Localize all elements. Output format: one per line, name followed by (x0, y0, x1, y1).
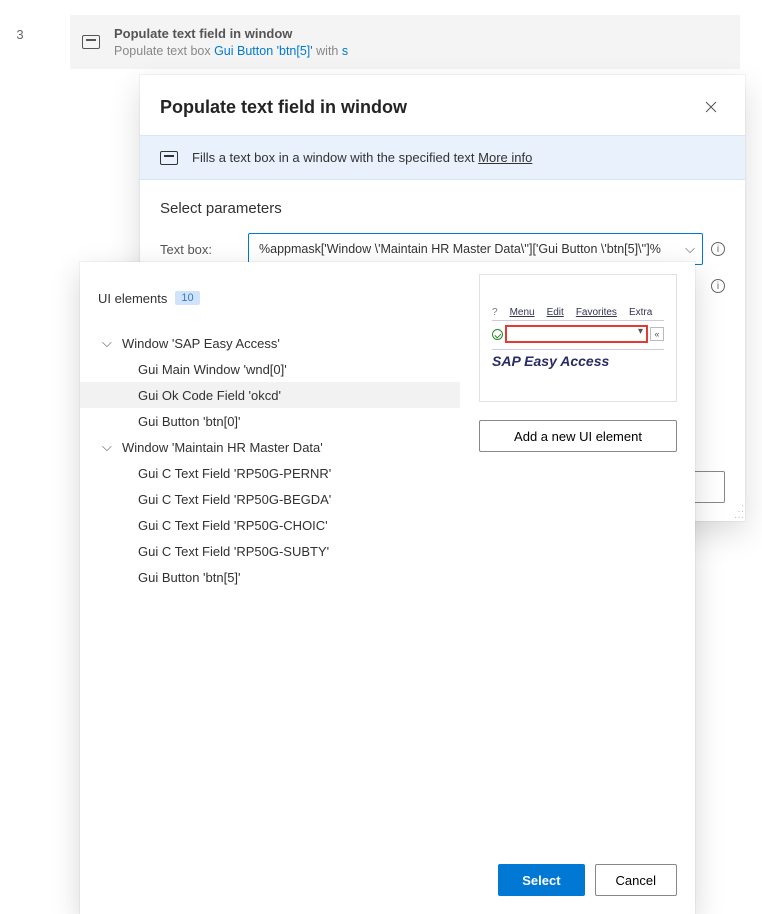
tree-leaf[interactable]: Gui Button 'btn[5]' (80, 564, 460, 590)
tree-item-label: Gui C Text Field 'RP50G-PERNR' (138, 466, 331, 481)
step-number: 3 (0, 15, 40, 42)
step-sub-link[interactable]: Gui Button 'btn[5]' (214, 44, 313, 58)
tree-item-label: Window 'Maintain HR Master Data' (122, 440, 323, 455)
tree-leaf[interactable]: Gui C Text Field 'RP50G-SUBTY' (80, 538, 460, 564)
thumb-toolbar: « (492, 325, 664, 343)
info-text: Fills a text box in a window with the sp… (192, 150, 478, 165)
info-text-wrap: Fills a text box in a window with the sp… (192, 150, 532, 165)
step-sub-prefix: Populate text box (114, 44, 214, 58)
highlighted-field (505, 325, 648, 343)
step-title: Populate text field in window (114, 25, 348, 43)
param-label: Text box: (160, 242, 240, 257)
step-text-block: Populate text field in window Populate t… (114, 25, 348, 59)
more-info-link[interactable]: More info (478, 150, 532, 165)
preview-thumbnail: ? Menu Edit Favorites Extra « SAP Easy Acces… (479, 274, 677, 402)
step-subtitle: Populate text box Gui Button 'btn[5]' wi… (114, 43, 348, 60)
ok-check-icon (492, 329, 503, 340)
flow-step-row: 3 Populate text field in window Populate… (0, 15, 740, 69)
tree-leaf[interactable]: Gui Button 'btn[0]' (80, 408, 460, 434)
populate-text-icon (82, 35, 100, 49)
tree-leaf[interactable]: Gui C Text Field 'RP50G-CHOIC' (80, 512, 460, 538)
preview-panel: ? Menu Edit Favorites Extra « SAP Easy Acces… (479, 274, 677, 452)
popover-footer: Select Cancel (80, 844, 695, 896)
dialog-right-button[interactable] (691, 471, 725, 503)
tree-item-label: Gui C Text Field 'RP50G-BEGDA' (138, 492, 331, 507)
step-sub-link2[interactable]: s (342, 44, 348, 58)
ui-elements-popover: UI elements 10 ⌵ Window 'SAP Easy Access'… (80, 262, 695, 914)
tree-leaf[interactable]: Gui Main Window 'wnd[0]' (80, 356, 460, 382)
tree-leaf[interactable]: Gui Ok Code Field 'okcd' (80, 382, 460, 408)
thumb-menubar: ? Menu Edit Favorites Extra (492, 307, 664, 321)
add-ui-element-button[interactable]: Add a new UI element (479, 420, 677, 452)
tree-item-label: Gui C Text Field 'RP50G-CHOIC' (138, 518, 328, 533)
dialog-info-bar: Fills a text box in a window with the sp… (140, 135, 745, 180)
select-button[interactable]: Select (498, 864, 584, 896)
chevron-down-icon: ⌵ (102, 439, 118, 455)
tree-item-label: Window 'SAP Easy Access' (122, 336, 280, 351)
ui-elements-count: 10 (175, 291, 199, 305)
tree-item-label: Gui Button 'btn[5]' (138, 570, 241, 585)
param-info-icon-2[interactable]: i (711, 279, 725, 293)
thumb-menu-item: Edit (547, 307, 564, 318)
close-icon (705, 101, 717, 113)
step-sub-mid: with (313, 44, 342, 58)
tree-leaf[interactable]: Gui C Text Field 'RP50G-PERNR' (80, 460, 460, 486)
resize-grip-icon[interactable]: .. .. . . (734, 501, 743, 519)
tree-leaf[interactable]: Gui C Text Field 'RP50G-BEGDA' (80, 486, 460, 512)
tree-parent[interactable]: ⌵ Window 'Maintain HR Master Data' (80, 434, 460, 460)
tree-item-label: Gui Button 'btn[0]' (138, 414, 241, 429)
cancel-button[interactable]: Cancel (595, 864, 677, 896)
textbox-wrapper: ⌵ (248, 233, 703, 265)
param-row-textbox: Text box: ⌵ i (160, 233, 725, 265)
section-title: Select parameters (160, 200, 725, 217)
thumb-menu-item: Menu (510, 307, 535, 318)
thumb-menu-item: Favorites (576, 307, 617, 318)
collapse-icon: « (650, 327, 664, 341)
chevron-down-icon: ⌵ (102, 335, 118, 351)
thumb-menu-item: ? (492, 307, 498, 318)
tree-parent[interactable]: ⌵ Window 'SAP Easy Access' (80, 330, 460, 356)
dialog-title: Populate text field in window (160, 97, 407, 118)
sap-title: SAP Easy Access (492, 349, 664, 369)
textbox-input[interactable] (248, 233, 703, 265)
thumb-menu-item: Extra (629, 307, 652, 318)
ui-elements-title: UI elements (98, 291, 167, 306)
close-button[interactable] (697, 93, 725, 121)
dialog-header: Populate text field in window (140, 75, 745, 135)
tree-item-label: Gui Main Window 'wnd[0]' (138, 362, 287, 377)
tree-item-label: Gui Ok Code Field 'okcd' (138, 388, 281, 403)
textbox-icon (160, 151, 178, 165)
flow-step-card[interactable]: Populate text field in window Populate t… (70, 15, 740, 69)
tree-item-label: Gui C Text Field 'RP50G-SUBTY' (138, 544, 329, 559)
param-info-icon[interactable]: i (711, 242, 725, 256)
